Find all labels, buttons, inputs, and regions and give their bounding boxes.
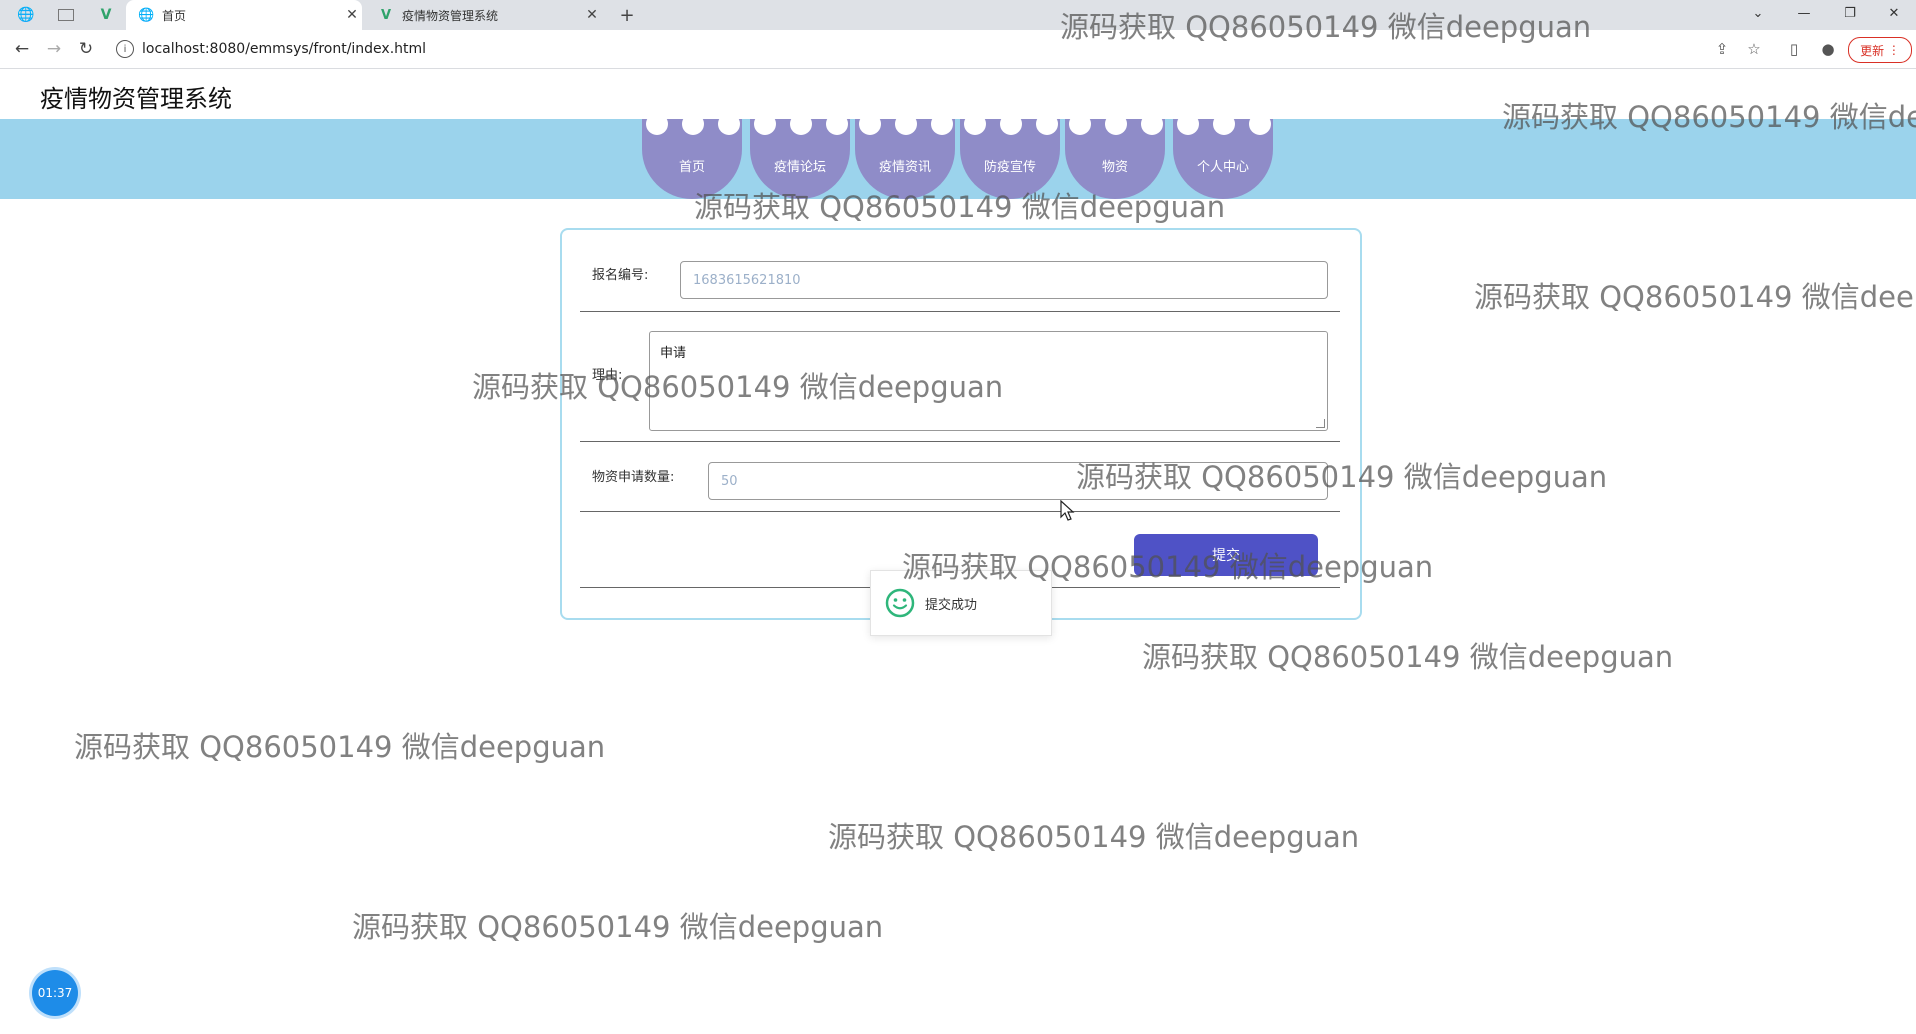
star-icon: ☆: [1747, 40, 1761, 58]
vue-logo-icon: V: [380, 7, 392, 23]
submit-button[interactable]: 提交: [1134, 534, 1318, 576]
side-panel-icon: ▯: [1789, 40, 1799, 58]
reason-label: 理由:: [592, 368, 623, 383]
resize-grip-icon[interactable]: [1316, 419, 1325, 428]
new-tab-button[interactable]: +: [614, 0, 640, 30]
globe-icon: 🌐: [138, 7, 155, 23]
success-toast: 提交成功: [870, 570, 1052, 636]
nav-item-label: 疫情资讯: [878, 160, 931, 175]
browser-tab-bar: 🌐 V 🌐 首页 ✕ V 疫情物资管理系统 ✕ + ⌄ — ❐ ✕: [0, 0, 1916, 30]
page-icon: [58, 9, 74, 21]
tab-home[interactable]: 🌐 首页 ✕: [126, 0, 362, 30]
reload-icon: ↻: [78, 39, 94, 59]
divider: [580, 441, 1340, 442]
nav-item-home[interactable]: 首页: [642, 113, 742, 199]
update-button[interactable]: 更新 ⋮: [1848, 37, 1912, 63]
qty-label: 物资申请数量:: [592, 470, 675, 485]
reason-textarea[interactable]: 申请: [649, 331, 1328, 431]
nav-item-label: 防疫宣传: [983, 160, 1036, 175]
avatar-icon: ●: [1821, 40, 1835, 58]
reason-text: 申请: [660, 346, 687, 361]
watermark: 源码获取 QQ86050149 微信deepguan: [352, 910, 884, 944]
address-bar: ← → ↻ i localhost:8080/emmsys/front/inde…: [0, 30, 1916, 69]
reg-no-input[interactable]: 1683615621810: [680, 261, 1328, 299]
tab-title: 疫情物资管理系统: [402, 8, 499, 23]
nav-item-news[interactable]: 疫情资讯: [855, 113, 955, 199]
url-field[interactable]: i localhost:8080/emmsys/front/index.html: [106, 34, 1686, 64]
recording-timer[interactable]: 01:37: [32, 970, 78, 1016]
minimize-icon: —: [1797, 5, 1811, 21]
divider: [580, 511, 1340, 512]
restore-icon: ❐: [1844, 5, 1856, 21]
update-label: 更新: [1860, 43, 1885, 58]
tab-search-button[interactable]: ⌄: [1736, 0, 1780, 26]
smile-icon: [885, 588, 915, 618]
divider: [580, 311, 1340, 312]
tab-title: 首页: [162, 8, 187, 23]
nav-item-label: 物资: [1101, 160, 1128, 175]
info-icon[interactable]: i: [116, 40, 134, 58]
arrow-left-icon: ←: [14, 39, 30, 59]
pinned-tab-blank[interactable]: [46, 0, 86, 30]
tab-system[interactable]: V 疫情物资管理系统 ✕: [366, 0, 602, 30]
bookmark-button[interactable]: ☆: [1740, 30, 1768, 68]
restore-button[interactable]: ❐: [1828, 0, 1872, 26]
watermark: 源码获取 QQ86050149 微信deepguan: [1142, 640, 1674, 674]
side-panel-button[interactable]: ▯: [1780, 30, 1808, 68]
reg-no-label: 报名编号:: [592, 268, 649, 283]
nav-item-promo[interactable]: 防疫宣传: [960, 113, 1060, 199]
nav-item-label: 个人中心: [1196, 160, 1249, 175]
toast-message: 提交成功: [925, 597, 978, 613]
qty-input[interactable]: 50: [708, 462, 1328, 500]
watermark: 源码获取 QQ86050149 微信deepguan: [74, 730, 606, 764]
close-icon: ✕: [1888, 5, 1900, 21]
site-header: 疫情物资管理系统: [0, 69, 1916, 119]
nav-item-profile[interactable]: 个人中心: [1173, 113, 1273, 199]
share-button[interactable]: ⇪: [1708, 30, 1736, 68]
close-window-button[interactable]: ✕: [1872, 0, 1916, 26]
nav-band: 首页 疫情论坛 疫情资讯 防疫宣传 物资 个人中心: [0, 113, 1916, 199]
watermark: 源码获取 QQ86050149 微信deepguan: [828, 820, 1360, 854]
nav-item-supplies[interactable]: 物资: [1065, 113, 1165, 199]
pinned-tab-vue[interactable]: V: [86, 0, 126, 30]
vue-logo-icon: V: [100, 7, 112, 23]
nav-item-forum[interactable]: 疫情论坛: [750, 113, 850, 199]
arrow-right-icon: →: [46, 39, 62, 59]
profile-button[interactable]: ●: [1814, 30, 1842, 68]
site-title: 疫情物资管理系统: [40, 85, 232, 113]
forward-button[interactable]: →: [40, 30, 68, 68]
mouse-cursor-icon: [1060, 500, 1075, 521]
url-text: localhost:8080/emmsys/front/index.html: [142, 41, 427, 57]
back-button[interactable]: ←: [8, 30, 36, 68]
watermark: 源码获取 QQ86050149 微信deepguan: [1474, 280, 1916, 314]
minimize-button[interactable]: —: [1782, 0, 1826, 26]
close-icon[interactable]: ✕: [342, 7, 362, 23]
globe-icon: 🌐: [17, 7, 35, 23]
pinned-tab-globe[interactable]: 🌐: [6, 0, 46, 30]
nav-item-label: 首页: [678, 160, 705, 175]
close-icon[interactable]: ✕: [582, 7, 602, 23]
nav-item-label: 疫情论坛: [773, 160, 826, 175]
share-icon: ⇪: [1715, 40, 1729, 58]
reload-button[interactable]: ↻: [72, 30, 100, 68]
chevron-down-icon: ⌄: [1752, 5, 1764, 21]
